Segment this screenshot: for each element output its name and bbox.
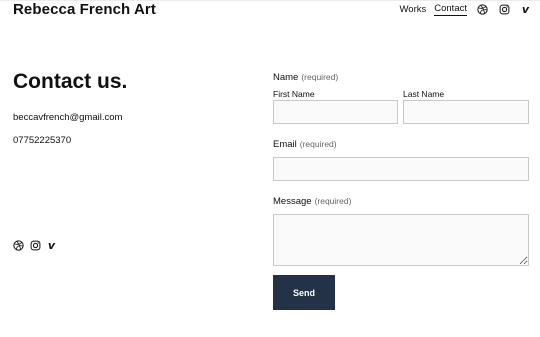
- dribbble-icon[interactable]: [477, 4, 488, 15]
- email-label: Email (required): [273, 139, 337, 150]
- nav-link-works[interactable]: Works: [400, 4, 427, 16]
- contact-heading: Contact us.: [13, 70, 128, 93]
- message-field[interactable]: [273, 214, 529, 266]
- instagram-icon[interactable]: [499, 4, 510, 15]
- top-nav: Works Contact v: [400, 3, 531, 16]
- vimeo-icon[interactable]: v: [521, 3, 530, 16]
- nav-link-contact[interactable]: Contact: [434, 3, 467, 16]
- first-name-field[interactable]: [273, 100, 398, 124]
- dribbble-icon[interactable]: [13, 240, 24, 251]
- email-field[interactable]: [273, 157, 529, 181]
- contact-phone: 07752225370: [13, 135, 72, 146]
- required-note: (required): [299, 139, 337, 149]
- message-label: Message (required): [273, 196, 351, 207]
- last-name-label: Last Name: [403, 89, 445, 99]
- send-button[interactable]: Send: [273, 275, 335, 310]
- email-label-text: Email: [273, 139, 297, 150]
- vimeo-icon[interactable]: v: [47, 239, 56, 252]
- contact-email: beccavfrench@gmail.com: [13, 112, 123, 123]
- name-label-text: Name: [273, 72, 299, 83]
- name-label: Name (required): [273, 72, 338, 83]
- message-label-text: Message: [273, 196, 312, 207]
- required-note: (required): [314, 196, 352, 206]
- social-links: v: [13, 239, 62, 252]
- first-name-label: First Name: [273, 89, 315, 99]
- required-note: (required): [301, 72, 339, 82]
- instagram-icon[interactable]: [30, 240, 41, 251]
- last-name-field[interactable]: [403, 100, 529, 124]
- site-title[interactable]: Rebecca French Art: [13, 1, 156, 18]
